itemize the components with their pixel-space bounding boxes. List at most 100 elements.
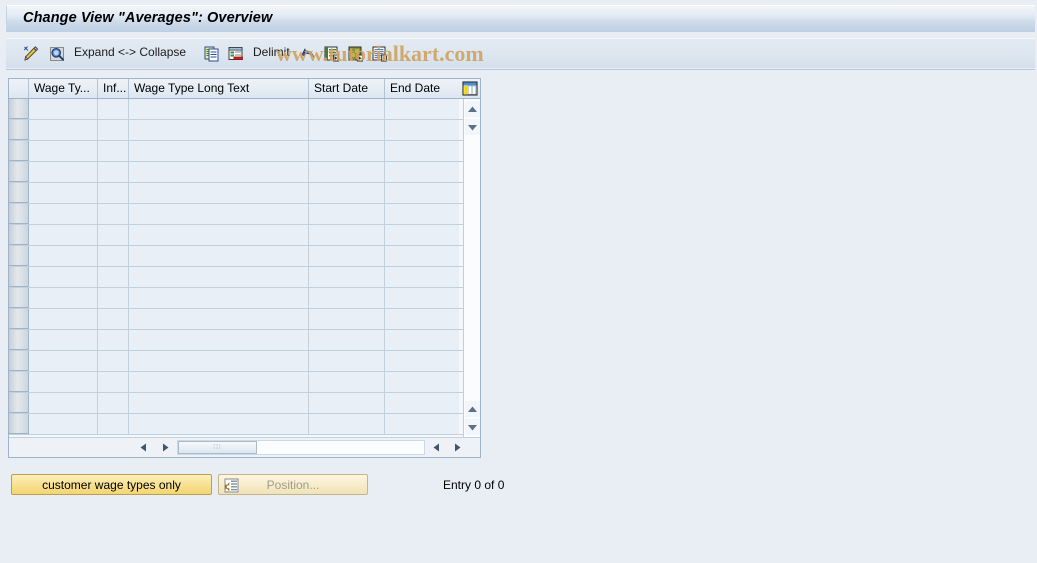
row-selector-button[interactable] [9,288,29,308]
table-row[interactable] [9,330,480,351]
table-row[interactable] [9,120,480,141]
scroll-down-icon[interactable] [465,119,480,135]
table-cell-wage-long-text[interactable] [129,267,309,287]
row-selector-button[interactable] [9,309,29,329]
table-row[interactable] [9,141,480,162]
table-cell-wage-long-text[interactable] [129,372,309,392]
scroll-up-page-icon[interactable] [465,401,480,417]
table-cell-end-date[interactable] [385,246,459,266]
row-selector-button[interactable] [9,393,29,413]
column-header-end-date[interactable]: End Date [385,79,459,98]
table-settings-icon[interactable] [459,79,480,98]
table-cell-wage-long-text[interactable] [129,120,309,140]
table-cell-end-date[interactable] [385,351,459,371]
scroll-left-icon[interactable] [135,440,151,455]
table-cell-infotype[interactable] [98,225,129,245]
deselect-all-icon[interactable] [345,42,367,66]
horizontal-scroll-thumb[interactable]: ∶∶∶ [178,441,257,454]
table-cell-wage-type[interactable] [29,393,98,413]
table-cell-infotype[interactable] [98,141,129,161]
table-cell-start-date[interactable] [309,414,385,434]
row-selector-button[interactable] [9,183,29,203]
table-cell-infotype[interactable] [98,162,129,182]
table-row[interactable] [9,372,480,393]
table-cell-start-date[interactable] [309,183,385,203]
table-row[interactable] [9,414,480,435]
table-cell-wage-long-text[interactable] [129,204,309,224]
table-cell-wage-long-text[interactable] [129,183,309,203]
row-selector-button[interactable] [9,372,29,392]
table-cell-infotype[interactable] [98,330,129,350]
table-cell-wage-type[interactable] [29,288,98,308]
details-icon[interactable] [369,42,391,66]
customer-wage-types-only-button[interactable]: customer wage types only [11,474,212,495]
table-row[interactable] [9,351,480,372]
row-selector-button[interactable] [9,204,29,224]
table-cell-infotype[interactable] [98,351,129,371]
table-cell-wage-type[interactable] [29,267,98,287]
table-cell-end-date[interactable] [385,162,459,182]
table-row[interactable] [9,99,480,120]
table-cell-start-date[interactable] [309,288,385,308]
table-cell-wage-long-text[interactable] [129,141,309,161]
table-cell-wage-long-text[interactable] [129,309,309,329]
table-cell-start-date[interactable] [309,246,385,266]
table-cell-start-date[interactable] [309,141,385,161]
table-cell-start-date[interactable] [309,393,385,413]
table-cell-end-date[interactable] [385,330,459,350]
table-cell-infotype[interactable] [98,183,129,203]
table-cell-wage-type[interactable] [29,183,98,203]
copy-as-icon[interactable] [201,42,223,66]
table-cell-end-date[interactable] [385,204,459,224]
table-body[interactable] [9,99,480,437]
table-cell-infotype[interactable] [98,372,129,392]
table-cell-infotype[interactable] [98,267,129,287]
table-row[interactable] [9,246,480,267]
select-all-icon[interactable] [321,42,343,66]
table-cell-start-date[interactable] [309,309,385,329]
table-cell-end-date[interactable] [385,288,459,308]
table-cell-end-date[interactable] [385,183,459,203]
table-row[interactable] [9,393,480,414]
table-cell-start-date[interactable] [309,267,385,287]
table-cell-start-date[interactable] [309,120,385,140]
horizontal-scroll-track[interactable]: ∶∶∶ [177,440,425,455]
table-cell-infotype[interactable] [98,204,129,224]
row-selector-button[interactable] [9,120,29,140]
table-row[interactable] [9,204,480,225]
table-cell-end-date[interactable] [385,225,459,245]
table-cell-wage-type[interactable] [29,204,98,224]
expand-collapse-button[interactable]: Expand <-> Collapse [74,45,186,59]
column-header-wage-type-long-text[interactable]: Wage Type Long Text [129,79,309,98]
table-cell-end-date[interactable] [385,267,459,287]
table-cell-infotype[interactable] [98,414,129,434]
table-cell-wage-long-text[interactable] [129,246,309,266]
table-cell-wage-long-text[interactable] [129,288,309,308]
table-row[interactable] [9,183,480,204]
table-cell-wage-type[interactable] [29,330,98,350]
table-cell-wage-type[interactable] [29,351,98,371]
table-cell-start-date[interactable] [309,225,385,245]
row-selector-button[interactable] [9,141,29,161]
table-cell-infotype[interactable] [98,288,129,308]
row-selector-button[interactable] [9,162,29,182]
column-header-start-date[interactable]: Start Date [309,79,385,98]
table-cell-wage-long-text[interactable] [129,225,309,245]
table-cell-end-date[interactable] [385,141,459,161]
table-row[interactable] [9,288,480,309]
change-edit-icon[interactable] [20,42,42,66]
table-cell-wage-long-text[interactable] [129,162,309,182]
table-cell-start-date[interactable] [309,99,385,119]
row-selector-button[interactable] [9,330,29,350]
table-cell-wage-type[interactable] [29,120,98,140]
delimit-button[interactable]: Delimit [253,45,290,59]
display-detail-icon[interactable] [46,42,68,66]
table-vertical-scrollbar[interactable] [463,99,480,437]
table-cell-wage-type[interactable] [29,141,98,161]
position-button[interactable]: Position... [218,474,368,495]
table-cell-wage-type[interactable] [29,225,98,245]
delete-icon[interactable] [225,42,247,66]
table-cell-wage-long-text[interactable] [129,393,309,413]
table-horizontal-scrollbar[interactable]: ∶∶∶ [9,437,480,457]
table-cell-end-date[interactable] [385,309,459,329]
